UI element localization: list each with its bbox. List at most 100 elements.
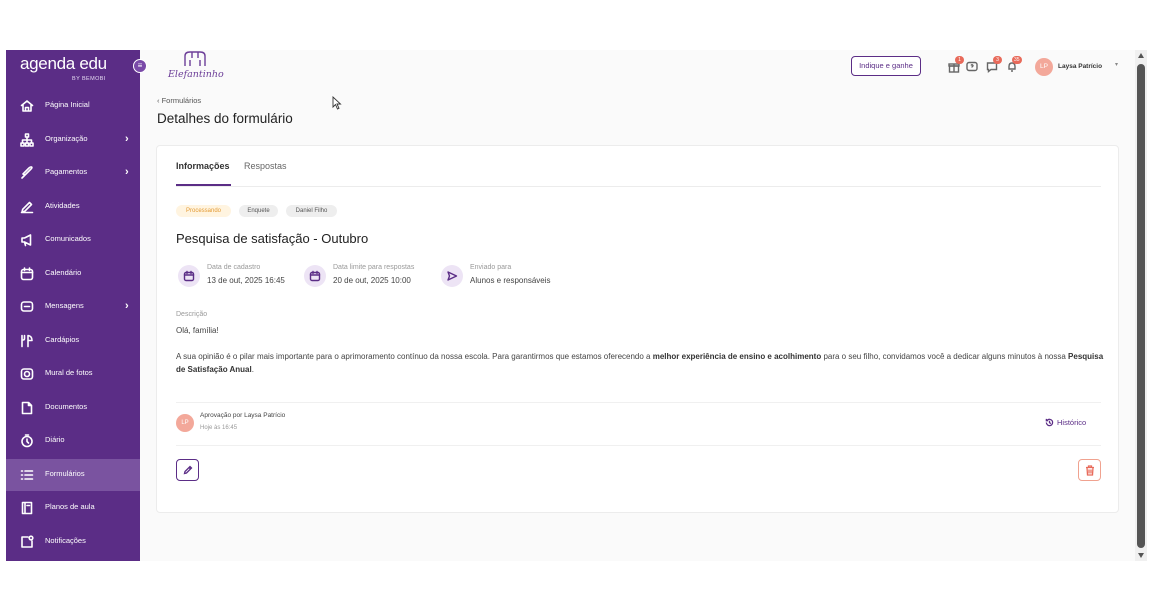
sidebar-item-label: Página Inicial bbox=[45, 100, 90, 109]
list-icon bbox=[20, 468, 34, 482]
approval-title: Aprovação por Laysa Patrício bbox=[200, 412, 286, 419]
history-link[interactable]: Histórico bbox=[1045, 418, 1086, 427]
sidebar-item-organizacao[interactable]: Organização › bbox=[6, 124, 140, 156]
sidebar-item-label: Documentos bbox=[45, 401, 88, 411]
sidebar-item-label: Notificações bbox=[45, 535, 86, 545]
sent-to-label: Enviado para bbox=[470, 264, 512, 271]
chevron-right-icon: › bbox=[125, 132, 129, 145]
brand-by-line: BY BEMOBI bbox=[72, 76, 106, 82]
chat-badge: 3 bbox=[993, 56, 1002, 64]
description-text: . bbox=[251, 365, 254, 374]
sidebar-item-label: Mensagens bbox=[45, 301, 84, 310]
description-bold-text: melhor experiência de ensino e acolhimen… bbox=[652, 352, 822, 361]
deadline-label: Data limite para respostas bbox=[333, 264, 415, 271]
user-avatar[interactable]: LP bbox=[1035, 58, 1053, 76]
author-badge: Daniel Filho bbox=[286, 205, 337, 217]
sidebar-item-calendario[interactable]: Calendário bbox=[6, 258, 140, 290]
calendar-icon bbox=[178, 265, 200, 287]
topbar: Elefantinho Indique e ganhe 1 3 35 LP La… bbox=[140, 50, 1135, 86]
clock-icon bbox=[20, 434, 34, 448]
created-date-value: 13 de out, 2025 16:45 bbox=[207, 276, 285, 285]
tab-respostas[interactable]: Respostas bbox=[244, 161, 287, 171]
mouse-cursor-icon bbox=[332, 96, 342, 110]
trash-icon bbox=[1086, 465, 1094, 476]
pencil-icon bbox=[183, 465, 193, 475]
gift-badge: 1 bbox=[955, 56, 964, 64]
sidebar-item-planos-de-aula[interactable]: Planos de aula bbox=[6, 492, 140, 524]
sidebar-item-label: Planos de aula bbox=[45, 502, 95, 511]
delete-button[interactable] bbox=[1078, 459, 1101, 481]
sidebar-item-notificacoes[interactable]: Notificações bbox=[6, 526, 140, 558]
sitemap-icon bbox=[20, 132, 34, 147]
scroll-thumb[interactable] bbox=[1137, 64, 1145, 548]
app-frame: agenda edu BY BEMOBI Página Inicial Organ… bbox=[6, 50, 1147, 561]
notifications-badge: 35 bbox=[1012, 56, 1022, 64]
sidebar-item-formularios[interactable]: Formulários bbox=[6, 458, 140, 491]
help-icon[interactable] bbox=[966, 60, 978, 72]
description-label: Descrição bbox=[176, 311, 208, 318]
sidebar-item-label: Calendário bbox=[45, 267, 82, 277]
breadcrumb-back-link[interactable]: ‹ Formulários bbox=[157, 96, 201, 105]
page-scrollbar[interactable] bbox=[1135, 50, 1147, 561]
sidebar-item-documentos[interactable]: Documentos bbox=[6, 392, 140, 424]
deadline-value: 20 de out, 2025 10:00 bbox=[333, 276, 411, 285]
school-name: Elefantinho bbox=[168, 69, 224, 80]
sidebar-item-mural-de-fotos[interactable]: Mural de fotos bbox=[6, 358, 140, 390]
home-icon bbox=[20, 99, 34, 113]
sidebar-item-mensagens[interactable]: Mensagens › bbox=[6, 291, 140, 323]
type-badge: Enquete bbox=[239, 205, 278, 217]
approver-avatar: LP bbox=[176, 414, 194, 432]
brand-name: agenda edu bbox=[20, 54, 107, 73]
sidebar-item-pagina-inicial[interactable]: Página Inicial bbox=[6, 90, 140, 122]
book-icon bbox=[20, 501, 34, 515]
history-icon bbox=[1045, 418, 1054, 427]
tabs-divider bbox=[176, 186, 1101, 187]
message-icon bbox=[20, 300, 34, 314]
collapse-sidebar-button[interactable]: ≡ bbox=[133, 59, 147, 73]
calendar-icon bbox=[20, 266, 34, 281]
pencil-icon bbox=[20, 200, 34, 214]
sidebar-item-label: Comunicados bbox=[45, 234, 91, 243]
page-title: Detalhes do formulário bbox=[157, 111, 293, 126]
description-greeting: Olá, família! bbox=[176, 326, 219, 335]
history-label: Histórico bbox=[1057, 418, 1087, 427]
scroll-up-icon[interactable] bbox=[1138, 53, 1144, 58]
sidebar-item-comunicados[interactable]: Comunicados bbox=[6, 224, 140, 256]
sidebar-item-label: Mural de fotos bbox=[45, 368, 93, 377]
referral-button[interactable]: Indique e ganhe bbox=[851, 56, 921, 76]
divider bbox=[176, 402, 1101, 403]
sidebar-item-diario[interactable]: Diário bbox=[6, 425, 140, 457]
tab-informacoes[interactable]: Informações bbox=[176, 161, 230, 171]
form-title: Pesquisa de satisfação - Outubro bbox=[176, 231, 369, 246]
form-details-card: Informações Respostas Processando Enquet… bbox=[156, 145, 1119, 513]
edit-button[interactable] bbox=[176, 459, 199, 481]
divider bbox=[176, 445, 1101, 446]
description-body: A sua opinião é o pilar mais importante … bbox=[176, 350, 1106, 376]
megaphone-icon bbox=[20, 233, 34, 247]
chevron-right-icon: › bbox=[125, 166, 129, 178]
description-text: A sua opinião é o pilar mais importante … bbox=[176, 352, 653, 361]
document-icon bbox=[20, 401, 34, 415]
camera-icon bbox=[20, 367, 34, 381]
sidebar-item-label: Formulários bbox=[45, 468, 85, 478]
created-date-label: Data de cadastro bbox=[207, 264, 261, 271]
sent-to-value: Alunos e responsáveis bbox=[470, 276, 551, 285]
chevron-right-icon: › bbox=[125, 300, 129, 312]
sidebar-item-atividades[interactable]: Atividades bbox=[6, 191, 140, 223]
status-badge: Processando bbox=[176, 205, 231, 217]
sidebar-item-cardapios[interactable]: Cardápios bbox=[6, 325, 140, 357]
brand-logo[interactable]: agenda edu BY BEMOBI bbox=[20, 54, 130, 88]
scroll-down-icon[interactable] bbox=[1138, 553, 1144, 558]
description-text: para o seu filho, convidamos você a dedi… bbox=[821, 352, 1069, 361]
sidebar-item-pagamentos[interactable]: Pagamentos › bbox=[6, 157, 140, 189]
sidebar-item-label: Diário bbox=[45, 435, 65, 444]
sidebar-item-label: Organização bbox=[45, 133, 88, 143]
approval-time: Hoje às 16:45 bbox=[200, 425, 238, 431]
notification-icon bbox=[20, 534, 34, 549]
user-name[interactable]: Laysa Patrício bbox=[1058, 63, 1102, 70]
sidebar-item-label: Atividades bbox=[45, 200, 80, 210]
school-logo: Elefantinho bbox=[168, 50, 228, 84]
chevron-down-icon[interactable]: ▾ bbox=[1115, 61, 1118, 68]
sidebar: agenda edu BY BEMOBI Página Inicial Organ… bbox=[6, 50, 140, 561]
payments-icon bbox=[20, 166, 34, 180]
